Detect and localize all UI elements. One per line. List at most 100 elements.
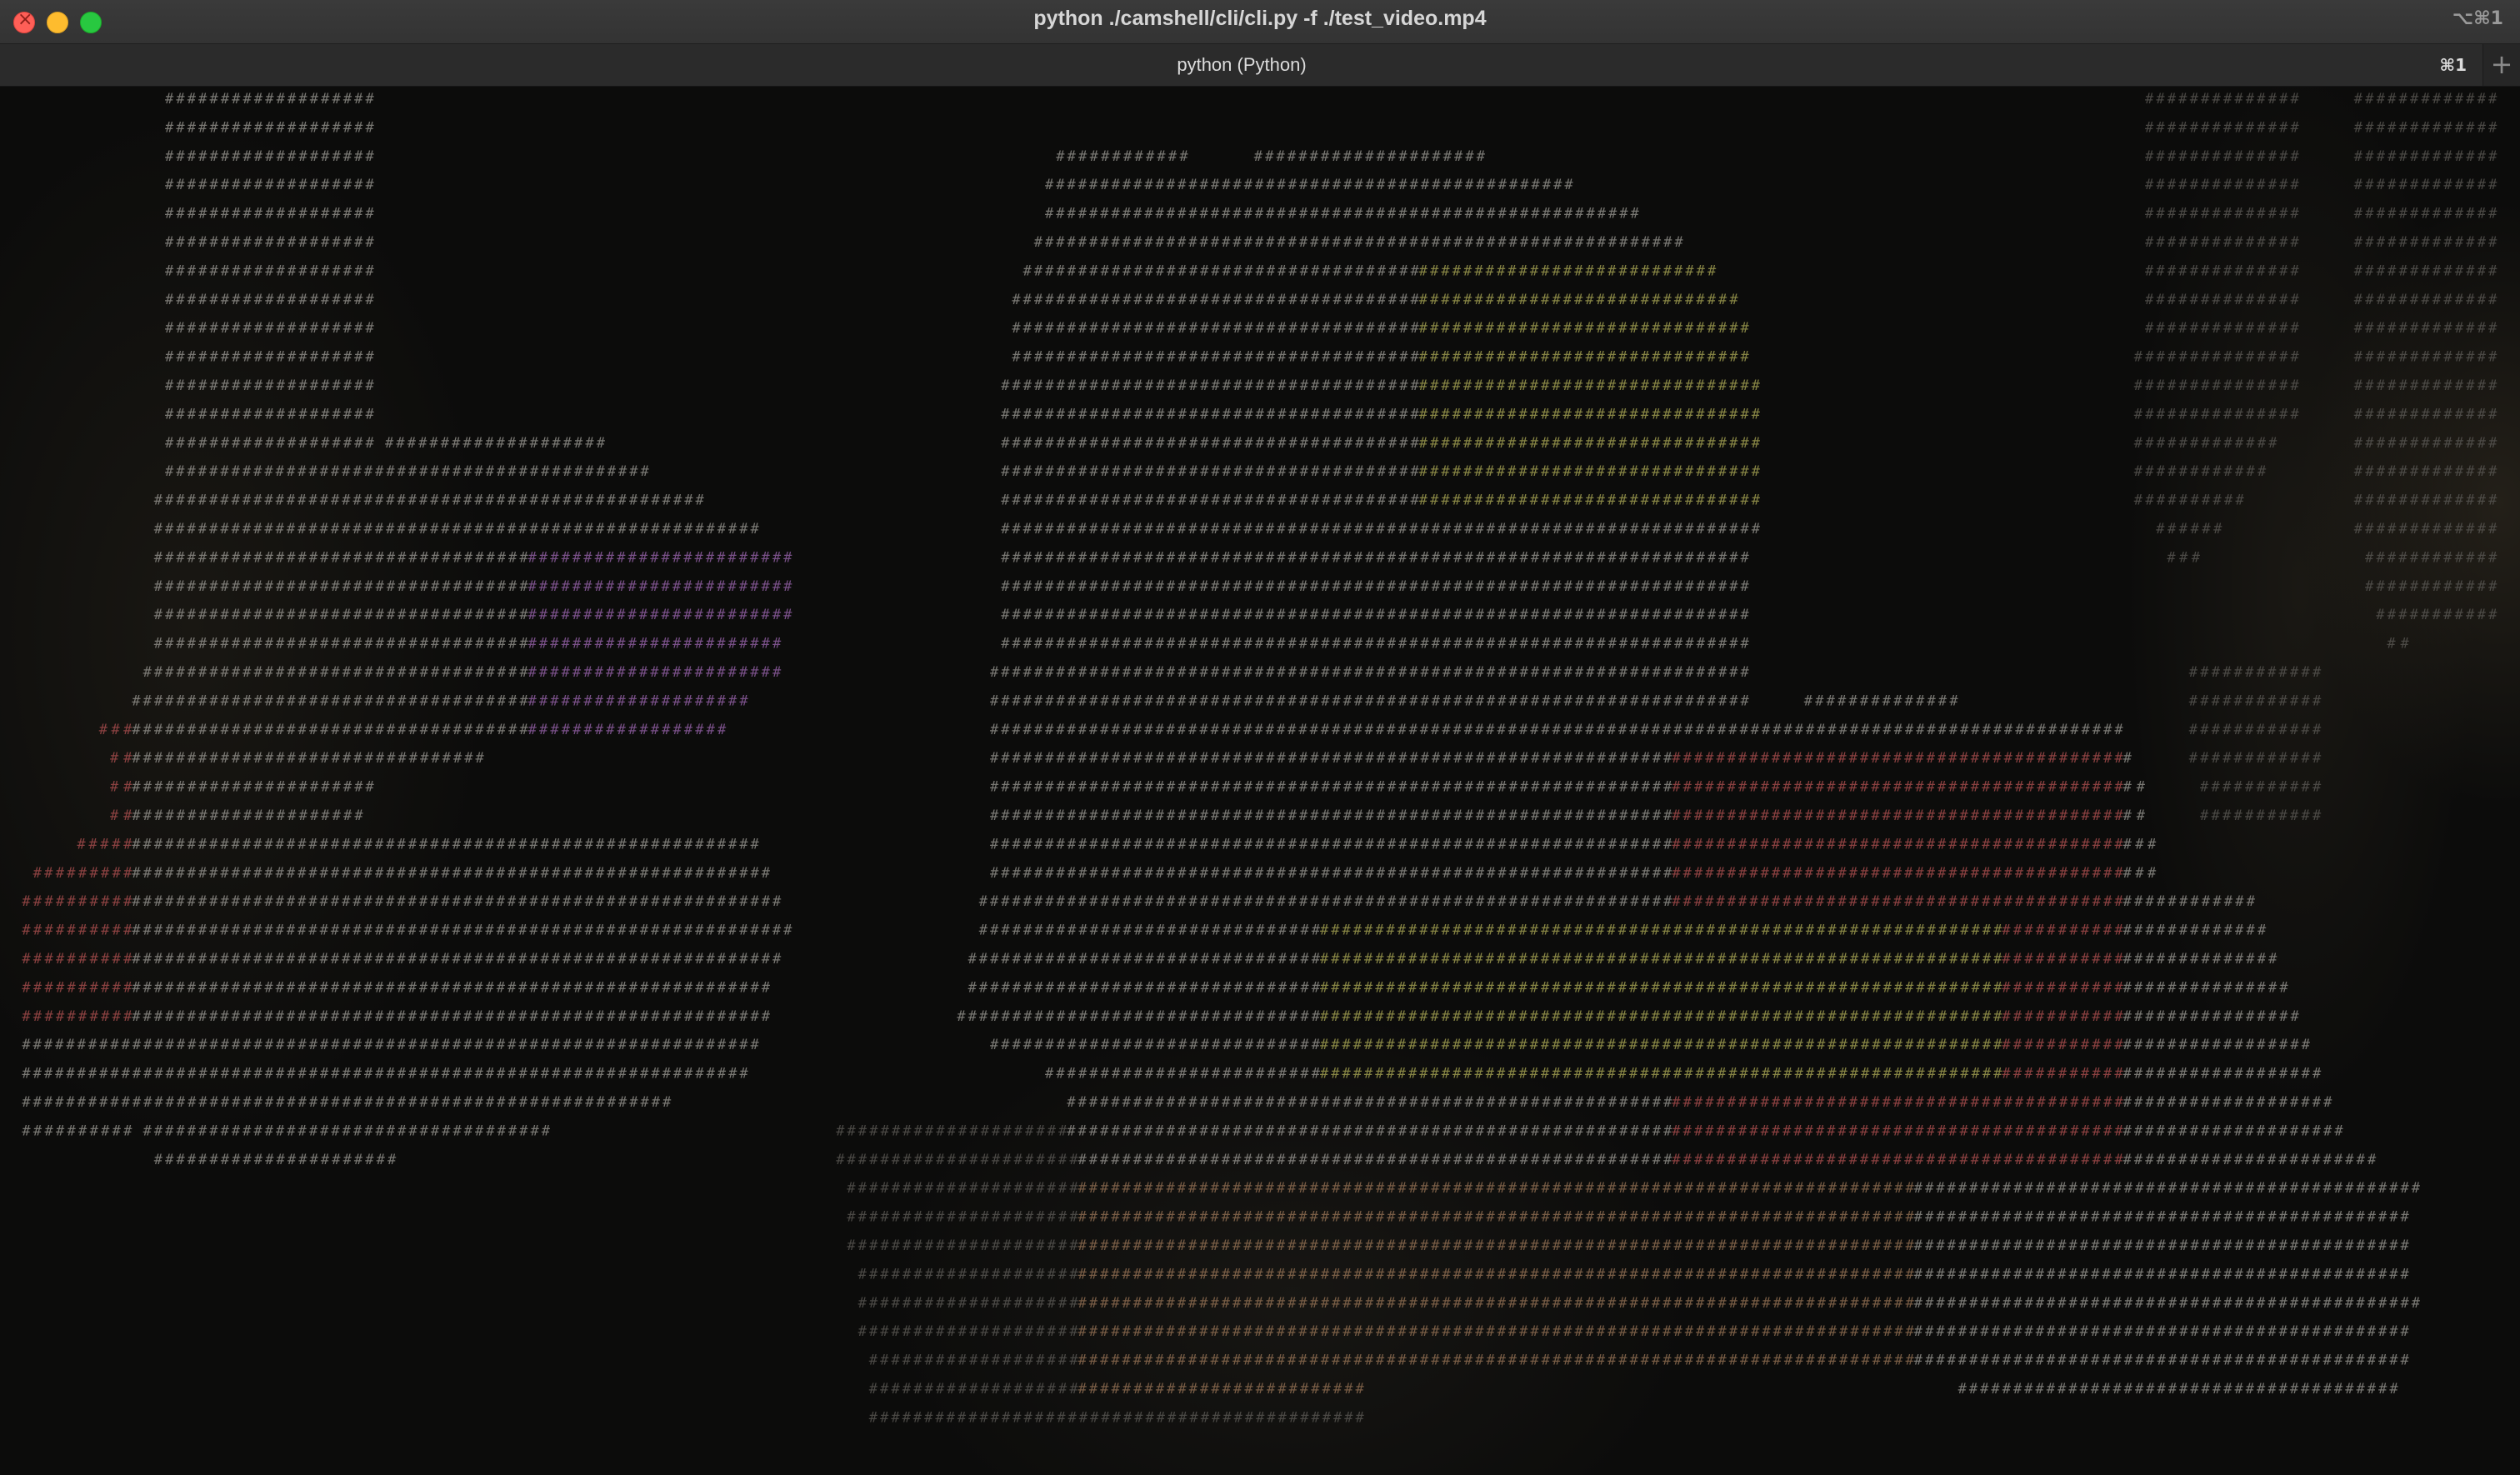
ascii-row: ########### <box>2002 1008 2123 1025</box>
terminal-output[interactable]: ################### ############## #######… <box>0 87 2520 1475</box>
ascii-row: ########################## <box>1078 1381 1365 1398</box>
window-shortcut: ⌥⌘1 <box>2452 8 2503 29</box>
ascii-row: # <box>2123 750 2132 767</box>
ascii-row: ############ <box>1056 148 1188 165</box>
ascii-row: ##################### <box>847 1209 1078 1226</box>
ascii-row: ########################################… <box>22 1037 759 1053</box>
ascii-row: ############# <box>2354 234 2498 251</box>
ascii-row: ########################################… <box>1320 979 2002 996</box>
ascii-row: ####################### <box>528 636 782 652</box>
ascii-row: ########################### <box>1419 262 1717 279</box>
ascii-row: ########################################… <box>132 951 782 968</box>
ascii-row: ########################################… <box>1672 779 2123 796</box>
ascii-row: ################################ <box>968 979 1321 996</box>
ascii-row: ############# <box>2354 435 2498 452</box>
ascii-row: ########################################… <box>1078 1295 1915 1312</box>
ascii-row: ########### <box>2002 922 2123 939</box>
ascii-row: ################## <box>528 722 727 738</box>
ascii-row: ############### <box>2134 349 2300 366</box>
ascii-row: ########################################… <box>22 1094 672 1111</box>
ascii-row: ######################## <box>528 578 793 595</box>
ascii-row: ############## <box>2145 148 2300 165</box>
ascii-row: ############## <box>2145 292 2300 308</box>
ascii-row: ######################## <box>528 549 793 566</box>
ascii-row: ########################################… <box>1914 1209 2410 1226</box>
ascii-row: ########################################… <box>1914 1180 2421 1197</box>
ascii-row: ######################## <box>528 607 793 623</box>
ascii-row: ####################### <box>2123 1152 2377 1168</box>
tab-bar: python (Python) ⌘1 + <box>0 44 2520 87</box>
ascii-row: ### <box>2123 836 2157 852</box>
ascii-row: ################### <box>869 1352 1079 1369</box>
ascii-row: ############################## <box>1419 320 1750 337</box>
ascii-row: ## <box>110 750 132 767</box>
ascii-row: ############# <box>2354 292 2498 308</box>
ascii-row: ########## <box>22 893 132 910</box>
ascii-row: ############# <box>2354 262 2498 279</box>
ascii-row: ########################################… <box>1320 1066 2002 1082</box>
ascii-row: ########################################… <box>1001 636 1749 652</box>
ascii-row: ## <box>110 779 132 796</box>
ascii-row: ########################################… <box>990 722 2123 738</box>
ascii-row: ########### <box>2200 808 2322 824</box>
ascii-row: ########################################… <box>154 521 760 538</box>
ascii-row: ############## <box>2123 951 2278 968</box>
ascii-row: ################### <box>165 119 375 136</box>
ascii-row: #################################### <box>132 692 528 709</box>
tab-python[interactable]: python (Python) ⌘1 <box>0 44 2483 86</box>
ascii-row: ########################################… <box>1914 1323 2410 1340</box>
ascii-row: ########################################… <box>1045 177 1573 193</box>
ascii-row: ########################################… <box>1672 836 2123 852</box>
ascii-row: ########################################… <box>1067 1094 1672 1111</box>
ascii-row: ########################################… <box>1001 578 1749 595</box>
ascii-row: ########################################… <box>132 893 782 910</box>
ascii-row: ################### <box>165 206 375 222</box>
ascii-video-frame: ################### ############## #######… <box>22 91 2498 1426</box>
ascii-row: ########################################… <box>1672 750 2123 767</box>
ascii-row: ############# <box>2354 148 2498 165</box>
ascii-row: ########################################… <box>1001 549 1749 566</box>
ascii-row: ########################################… <box>1045 206 1640 222</box>
ascii-row: ########################################… <box>1672 808 2123 824</box>
ascii-row: ################### <box>165 378 375 394</box>
ascii-row: ################### <box>165 262 375 279</box>
ascii-row: ##################### <box>132 808 363 824</box>
ascii-row: ######################### <box>1045 1066 1321 1082</box>
ascii-row: ########################################… <box>1914 1238 2410 1254</box>
ascii-row: ###################################### <box>1001 378 1419 394</box>
ascii-row: ########################################… <box>869 1409 1365 1426</box>
ascii-row: ########## <box>22 1122 132 1139</box>
ascii-row: ############## <box>2145 91 2300 108</box>
ascii-row: ########################################… <box>1672 1152 2123 1168</box>
ascii-row: ################## <box>2123 1066 2322 1082</box>
ascii-row: ########################################… <box>132 1008 770 1025</box>
ascii-row: ################ <box>2123 1008 2300 1025</box>
ascii-row: ########################################… <box>1078 1323 1915 1340</box>
ascii-row: ################### <box>165 292 375 308</box>
ascii-row: ############## <box>2145 119 2300 136</box>
ascii-row: ## <box>2123 779 2146 796</box>
ascii-row: ############ <box>2189 692 2322 709</box>
ascii-row: ########################################… <box>1078 1266 1915 1282</box>
ascii-row: ##### <box>77 836 132 852</box>
ascii-row: ########################################… <box>1034 234 1684 251</box>
ascii-row: ########################################… <box>1672 893 2123 910</box>
ascii-row: ########################################… <box>990 865 1672 882</box>
ascii-row: ########################################… <box>165 463 650 480</box>
ascii-row: ################################## <box>154 636 529 652</box>
ascii-row: ############################### <box>1419 463 1761 480</box>
ascii-row: ############## <box>2145 320 2300 337</box>
ascii-row: ################### <box>165 435 375 452</box>
ascii-row: ################### <box>165 91 375 108</box>
new-tab-button[interactable]: + <box>2482 44 2520 86</box>
ascii-row: ############# <box>2354 406 2498 422</box>
ascii-row: ############# <box>2354 378 2498 394</box>
ascii-row: ############## <box>2145 206 2300 222</box>
ascii-row: ##################### <box>836 1122 1068 1139</box>
ascii-row: ###################################### <box>1001 406 1419 422</box>
ascii-row: ########################################… <box>1001 521 1761 538</box>
ascii-row: ###################### <box>132 779 374 796</box>
terminal-window: python ./camshell/cli/cli.py -f ./test_v… <box>0 0 2520 1475</box>
title-bar[interactable]: python ./camshell/cli/cli.py -f ./test_v… <box>0 0 2520 44</box>
ascii-row: ################### <box>165 148 375 165</box>
